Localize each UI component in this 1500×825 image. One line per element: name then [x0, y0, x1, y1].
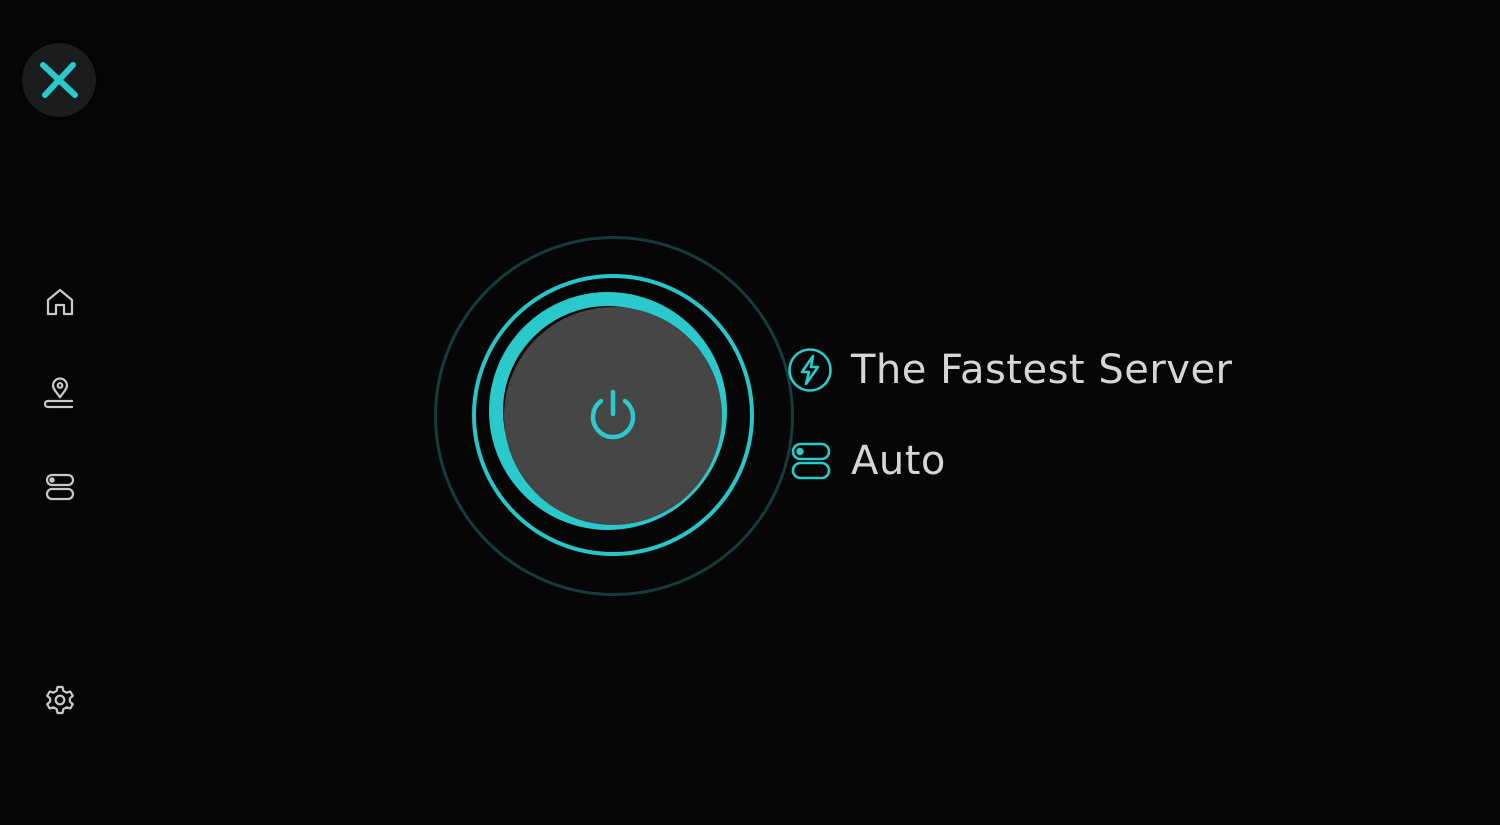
vpn-app: The Fastest Server Auto — [0, 0, 1500, 825]
logo-button[interactable] — [22, 43, 96, 117]
home-icon — [46, 288, 74, 316]
nav-locations[interactable] — [40, 374, 80, 414]
connect-control — [434, 236, 794, 596]
lightning-icon — [788, 348, 832, 392]
power-icon — [590, 389, 636, 440]
x-logo-icon — [40, 62, 78, 98]
connect-power-button[interactable] — [504, 307, 722, 525]
gear-icon — [46, 685, 74, 715]
server-label: The Fastest Server — [851, 347, 1233, 393]
protocol-selector[interactable]: Auto — [787, 438, 946, 484]
servers-icon — [45, 473, 75, 501]
server-icon-wrap — [787, 347, 833, 393]
toggle-icon — [791, 442, 831, 480]
nav-home[interactable] — [40, 282, 80, 322]
nav-servers[interactable] — [40, 467, 80, 507]
protocol-label: Auto — [851, 438, 946, 484]
server-selector[interactable]: The Fastest Server — [787, 347, 1233, 393]
protocol-icon-wrap — [787, 438, 833, 484]
nav-settings[interactable] — [40, 680, 80, 720]
location-pin-icon — [43, 377, 74, 409]
